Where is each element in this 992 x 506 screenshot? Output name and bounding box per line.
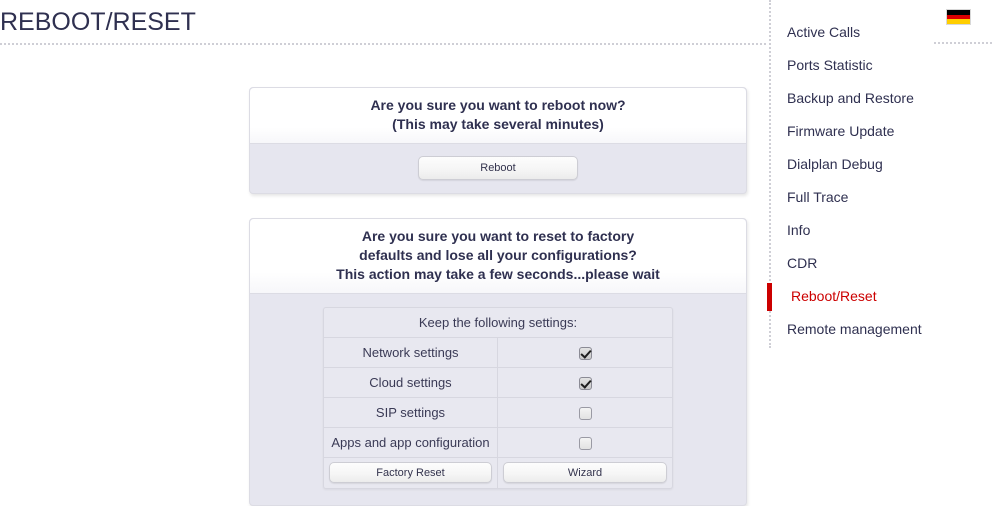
- factory-reset-panel: Are you sure you want to reset to factor…: [249, 218, 747, 506]
- factory-reset-button-cell: Factory Reset: [324, 458, 498, 488]
- sidebar-item-dialplan-debug[interactable]: Dialplan Debug: [766, 148, 992, 181]
- reboot-button[interactable]: Reboot: [418, 156, 578, 180]
- row-checkbox-cell-sip-settings: [498, 398, 672, 428]
- table-header-row: Keep the following settings:: [324, 308, 672, 338]
- sidebar-item-reboot-reset[interactable]: Reboot/Reset: [766, 280, 992, 313]
- table-row: Network settings: [324, 338, 672, 368]
- checkbox-cloud-settings[interactable]: [578, 377, 592, 391]
- row-checkbox-cell-apps-configuration: [498, 428, 672, 458]
- row-label-sip-settings: SIP settings: [324, 398, 498, 428]
- reboot-question-line-2: (This may take several minutes): [392, 116, 604, 132]
- row-label-network-settings: Network settings: [324, 338, 498, 368]
- sidebar-nav: Active Calls Ports Statistic Backup and …: [766, 16, 992, 346]
- main-content: Are you sure you want to reboot now? (Th…: [0, 44, 766, 506]
- checkbox-sip-settings[interactable]: [578, 407, 592, 421]
- reboot-panel: Are you sure you want to reboot now? (Th…: [249, 87, 747, 194]
- reboot-panel-body: Reboot: [250, 144, 746, 193]
- sidebar-item-full-trace[interactable]: Full Trace: [766, 181, 992, 214]
- wizard-button[interactable]: Wizard: [503, 462, 667, 483]
- sidebar-item-cdr[interactable]: CDR: [766, 247, 992, 280]
- reset-question-line-2: defaults and lose all your configuration…: [359, 247, 637, 263]
- row-label-cloud-settings: Cloud settings: [324, 368, 498, 398]
- table-row: Cloud settings: [324, 368, 672, 398]
- table-row: SIP settings: [324, 398, 672, 428]
- checkbox-apps-configuration[interactable]: [578, 437, 592, 451]
- checkbox-network-settings[interactable]: [578, 347, 592, 361]
- reboot-panel-header: Are you sure you want to reboot now? (Th…: [250, 88, 746, 144]
- page-title: REBOOT/RESET: [0, 8, 196, 36]
- keep-settings-table: Keep the following settings: Network set…: [323, 307, 673, 489]
- sidebar-item-backup-and-restore[interactable]: Backup and Restore: [766, 82, 992, 115]
- sidebar-item-info[interactable]: Info: [766, 214, 992, 247]
- reset-question-line-1: Are you sure you want to reset to factor…: [361, 228, 635, 244]
- reset-panel-body: Keep the following settings: Network set…: [250, 294, 746, 505]
- row-checkbox-cell-cloud-settings: [498, 368, 672, 398]
- row-label-apps-configuration: Apps and app configuration: [324, 428, 498, 458]
- table-row: Apps and app configuration: [324, 428, 672, 458]
- wizard-button-cell: Wizard: [498, 458, 672, 488]
- sidebar-item-firmware-update[interactable]: Firmware Update: [766, 115, 992, 148]
- keep-settings-table-body: Keep the following settings: Network set…: [324, 308, 672, 488]
- reset-panel-header: Are you sure you want to reset to factor…: [250, 219, 746, 294]
- keep-settings-header-label: Keep the following settings:: [324, 308, 672, 338]
- table-footer-row: Factory Reset Wizard: [324, 458, 672, 488]
- reboot-question-line-1: Are you sure you want to reboot now?: [370, 97, 626, 113]
- factory-reset-button[interactable]: Factory Reset: [329, 462, 492, 483]
- sidebar-item-remote-management[interactable]: Remote management: [766, 313, 992, 346]
- reset-question-line-3: This action may take a few seconds...ple…: [336, 266, 660, 282]
- sidebar: Active Calls Ports Statistic Backup and …: [766, 0, 992, 505]
- row-checkbox-cell-network-settings: [498, 338, 672, 368]
- sidebar-item-active-calls[interactable]: Active Calls: [766, 16, 992, 49]
- sidebar-item-ports-statistic[interactable]: Ports Statistic: [766, 49, 992, 82]
